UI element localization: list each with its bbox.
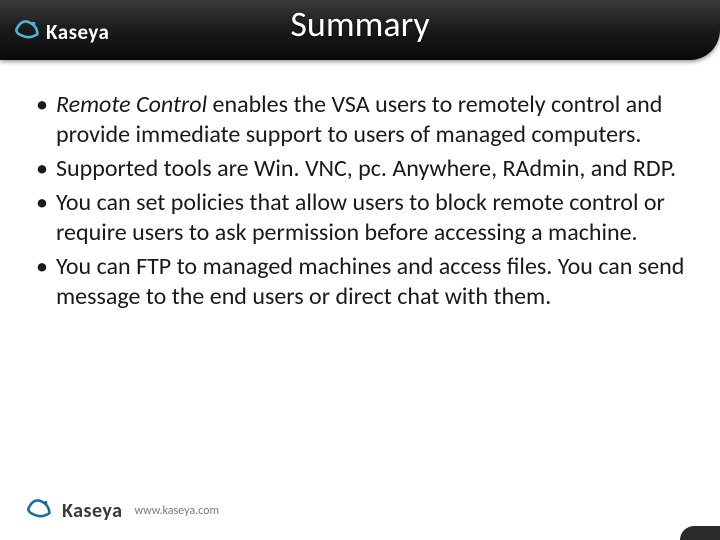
footer-decoration xyxy=(680,526,720,540)
slide: Kaseya Summary Remote Control enables th… xyxy=(0,0,720,540)
kaseya-mark-icon xyxy=(24,495,54,526)
footer-url: www.kaseya.com xyxy=(134,504,219,518)
bullet-emphasis: Remote Control xyxy=(56,90,207,119)
list-item: Supported tools are Win. VNC, pc. Anywhe… xyxy=(30,154,690,184)
body-content: Remote Control enables the VSA users to … xyxy=(30,90,690,316)
bullet-text: You can set policies that allow users to… xyxy=(56,188,665,247)
bullet-text: You can FTP to managed machines and acce… xyxy=(56,252,684,311)
list-item: Remote Control enables the VSA users to … xyxy=(30,90,690,150)
list-item: You can set policies that allow users to… xyxy=(30,188,690,248)
bullet-text: Supported tools are Win. VNC, pc. Anywhe… xyxy=(56,154,676,183)
footer-brand-text: Kaseya xyxy=(62,499,122,523)
slide-title: Summary xyxy=(0,2,720,46)
bullet-list: Remote Control enables the VSA users to … xyxy=(30,90,690,312)
header-band: Kaseya Summary xyxy=(0,0,720,60)
list-item: You can FTP to managed machines and acce… xyxy=(30,252,690,312)
footer-logo: Kaseya www.kaseya.com xyxy=(24,495,219,526)
